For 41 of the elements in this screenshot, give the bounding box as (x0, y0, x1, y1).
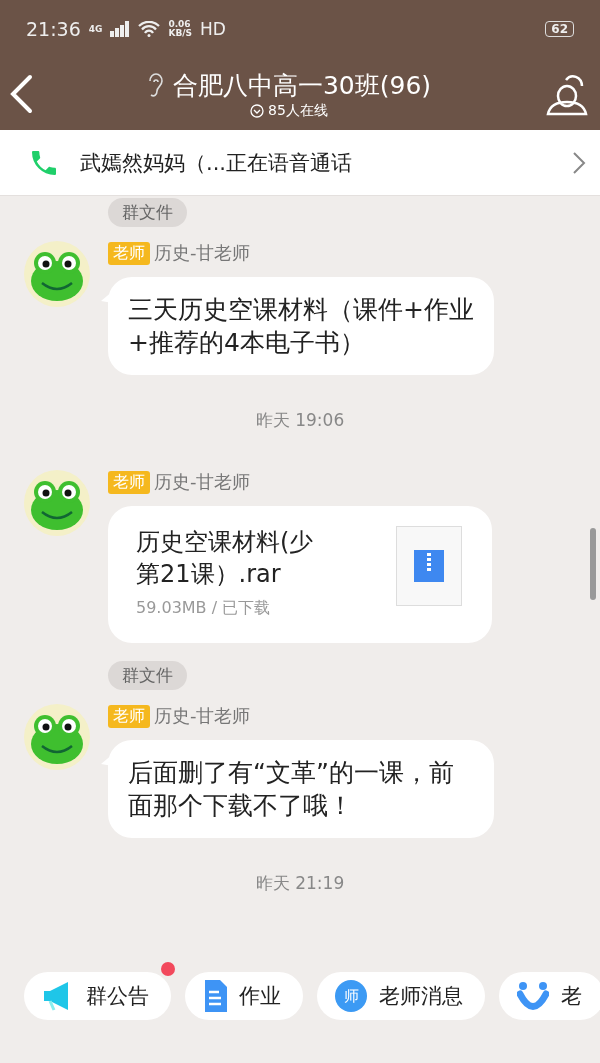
shortcut-chip[interactable]: 群公告 (24, 972, 171, 1020)
hd-indicator: HD (200, 19, 226, 39)
zip-file-icon (414, 550, 444, 582)
group-title: 合肥八中高一30班(96) (172, 69, 432, 102)
chevron-down-circle-icon[interactable] (250, 103, 265, 118)
network-speed: 0.06 KB/S (168, 20, 193, 38)
message-bubble[interactable]: 三天历史空课材料（课件+作业+推荐的4本电子书） (108, 277, 494, 375)
role-badge: 老师 (108, 704, 150, 728)
sender-name: 历史-甘老师 (154, 241, 251, 265)
sender-name: 历史-甘老师 (154, 470, 251, 494)
battery-level: 62 (545, 21, 574, 37)
signal-icon (110, 21, 131, 37)
online-count: 85人在线 (268, 101, 328, 120)
scrollbar (590, 528, 596, 600)
frog-avatar-icon (24, 704, 90, 770)
smile-icon (517, 981, 549, 1011)
file-message-bubble[interactable]: 历史空课材料(少第21课）.rar 59.03MB / 已下载 (108, 506, 492, 643)
document-icon (203, 980, 227, 1012)
role-badge: 老师 (108, 470, 150, 494)
teacher-badge-icon: 师 (335, 980, 367, 1012)
network-type: 4G (88, 24, 103, 34)
back-icon[interactable] (8, 74, 34, 114)
clock-time: 21:36 (26, 18, 81, 40)
shortcut-chip[interactable]: 老 (499, 972, 600, 1020)
frog-avatar-icon (24, 241, 90, 307)
file-info: 59.03MB / 已下载 (136, 598, 272, 619)
group-file-label: 群文件 (108, 661, 187, 690)
frog-avatar-icon (24, 470, 90, 536)
sender-name: 历史-甘老师 (154, 704, 251, 728)
group-members-icon[interactable] (544, 72, 590, 116)
file-name: 历史空课材料(少第21课）.rar (136, 527, 315, 590)
wifi-icon (138, 21, 161, 37)
message-bubble[interactable]: 后面删了有“文革”的一课，前面那个下载不了哦！ (108, 740, 494, 838)
group-file-label: 群文件 (108, 198, 187, 227)
timestamp: 昨天 21:19 (254, 872, 346, 895)
shortcut-chip[interactable]: 作业 (185, 972, 303, 1020)
role-badge: 老师 (108, 241, 150, 265)
timestamp: 昨天 19:06 (254, 409, 346, 432)
shortcut-chip[interactable]: 师 老师消息 (317, 972, 485, 1020)
ear-icon (146, 72, 163, 98)
chevron-right-icon[interactable] (572, 150, 586, 175)
